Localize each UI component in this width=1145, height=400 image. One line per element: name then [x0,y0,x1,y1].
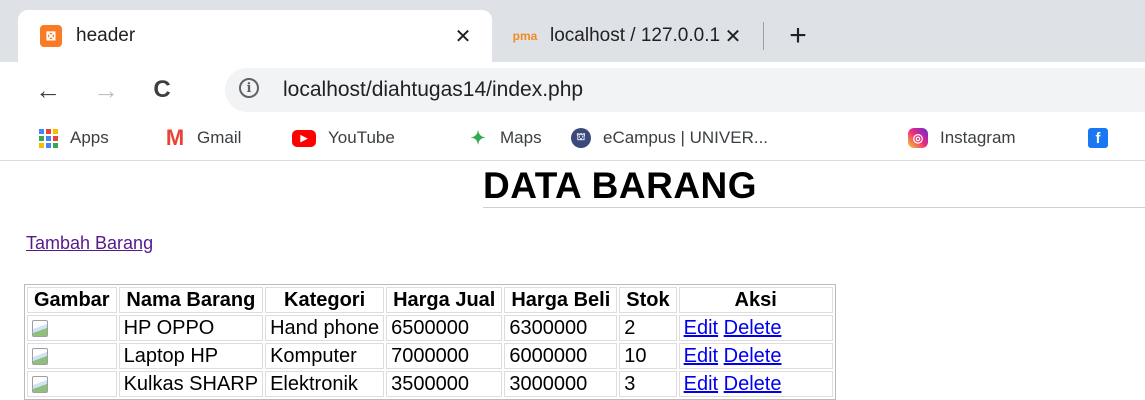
item-category: Elektronik [265,371,385,397]
item-stock: 10 [619,343,677,369]
broken-image-icon [32,376,48,394]
forward-button[interactable]: → [86,70,126,110]
back-button[interactable]: ← [28,70,68,110]
delete-link[interactable]: Delete [724,317,782,339]
column-header: Stok [619,287,677,313]
bookmark-ecampus[interactable]: ⛫ eCampus | UNIVER... [571,124,768,152]
xampp-icon: ⊠ [40,25,62,47]
item-actions: Edit Delete [678,371,833,397]
browser-toolbar: ← → C i localhost/diahtugas14/index.php [0,62,1145,118]
table-header-row: Gambar Nama Barang Kategori Harga Jual H… [27,287,833,313]
broken-image-icon [32,320,48,338]
item-image-cell [27,371,117,397]
bookmark-apps[interactable]: Apps [38,124,109,152]
bookmark-label: Gmail [197,128,242,147]
instagram-icon: ◎ [908,128,928,148]
title-divider [483,207,1145,208]
column-header: Kategori [265,287,385,313]
edit-link[interactable]: Edit [684,317,718,339]
bookmark-instagram[interactable]: ◎ Instagram [908,124,1016,152]
column-header: Nama Barang [118,287,264,313]
item-name: Laptop HP [118,343,264,369]
broken-image-icon [32,348,48,366]
column-header: Harga Beli [504,287,618,313]
close-tab-icon[interactable]: ✕ [450,23,476,49]
item-sell-price: 3500000 [386,371,503,397]
new-tab-button[interactable]: + [778,16,818,56]
item-buy-price: 6300000 [504,315,618,341]
url-text[interactable]: localhost/diahtugas14/index.php [283,78,583,102]
table-row: Kulkas SHARP Elektronik 3500000 3000000 … [27,371,833,397]
table-row: Laptop HP Komputer 7000000 6000000 10 Ed… [27,343,833,369]
tab-header[interactable]: ⊠ header ✕ [18,10,492,62]
item-buy-price: 6000000 [504,343,618,369]
bookmark-label: Instagram [940,128,1016,147]
edit-link[interactable]: Edit [684,345,718,367]
bookmark-youtube[interactable]: ▶ YouTube [292,124,395,152]
gmail-icon: M [165,125,185,150]
item-category: Hand phone [265,315,385,341]
delete-link[interactable]: Delete [724,345,782,367]
item-actions: Edit Delete [678,315,833,341]
item-image-cell [27,343,117,369]
info-icon[interactable]: i [239,78,259,98]
item-name: HP OPPO [118,315,264,341]
close-tab-icon[interactable]: ✕ [720,23,746,49]
edit-link[interactable]: Edit [684,373,718,395]
maps-icon: ✦ [470,127,486,148]
ecampus-icon: ⛫ [571,128,591,148]
bookmark-facebook[interactable]: f [1088,124,1120,152]
add-item-link[interactable]: Tambah Barang [26,233,153,254]
column-header: Aksi [678,287,833,313]
item-image-cell [27,315,117,341]
item-stock: 3 [619,371,677,397]
bookmarks-bar: Apps M Gmail ▶ YouTube ✦ Maps ⛫ eCampus … [0,118,1145,161]
table-row: HP OPPO Hand phone 6500000 6300000 2 Edi… [27,315,833,341]
tab-title: header [76,25,136,46]
page-content: DATA BARANG Tambah Barang Gambar Nama Ba… [0,161,1145,400]
youtube-icon: ▶ [292,129,316,147]
item-name: Kulkas SHARP [118,371,264,397]
bookmark-label: eCampus | UNIVER... [603,128,769,147]
item-buy-price: 3000000 [504,371,618,397]
facebook-icon: f [1088,128,1108,148]
page-title: DATA BARANG [483,165,758,206]
item-sell-price: 6500000 [386,315,503,341]
bookmark-gmail[interactable]: M Gmail [165,124,242,152]
bookmark-maps[interactable]: ✦ Maps [468,124,542,152]
delete-link[interactable]: Delete [724,373,782,395]
column-header: Gambar [27,287,117,313]
tab-phpmyadmin[interactable]: pma localhost / 127.0.0.1 / latihan1 / c… [492,10,762,62]
tab-divider [763,22,764,50]
column-header: Harga Jual [386,287,503,313]
phpmyadmin-icon: pma [512,29,538,43]
reload-button[interactable]: C [142,70,182,110]
apps-grid-icon [38,128,58,148]
item-sell-price: 7000000 [386,343,503,369]
address-bar[interactable]: i localhost/diahtugas14/index.php [225,68,1145,112]
item-category: Komputer [265,343,385,369]
item-actions: Edit Delete [678,343,833,369]
tab-strip: ⊠ header ✕ pma localhost / 127.0.0.1 / l… [0,0,1145,62]
items-table: Gambar Nama Barang Kategori Harga Jual H… [24,284,836,400]
tab-title: localhost / 127.0.0.1 / latihan1 / c [550,25,720,46]
item-stock: 2 [619,315,677,341]
bookmark-label: Apps [70,128,109,147]
bookmark-label: Maps [500,128,542,147]
bookmark-label: YouTube [328,128,395,147]
